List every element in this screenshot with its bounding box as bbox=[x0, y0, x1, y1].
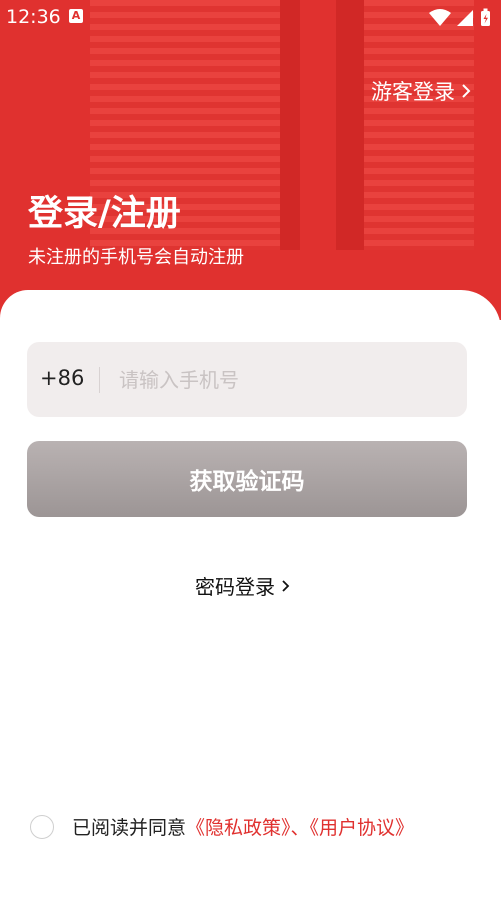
user-agreement-link[interactable]: 《用户协议》 bbox=[310, 817, 415, 839]
phone-input[interactable] bbox=[117, 358, 451, 402]
password-login-label: 密码登录 bbox=[195, 575, 275, 599]
system-status-icons bbox=[429, 8, 490, 26]
guest-login-link[interactable]: 游客登录 bbox=[371, 76, 471, 106]
page-subtitle: 未注册的手机号会自动注册 bbox=[28, 247, 244, 268]
agreement-checkbox[interactable] bbox=[30, 814, 54, 839]
phone-field: +86 bbox=[27, 342, 467, 417]
header-banner bbox=[0, 0, 501, 320]
agreement-row: 已阅读并同意《隐私政策》、《用户协议》 bbox=[30, 813, 414, 840]
wifi-icon bbox=[429, 9, 451, 26]
page-title: 登录/注册 bbox=[28, 194, 181, 234]
get-code-button[interactable]: 获取验证码 bbox=[27, 441, 467, 517]
agreement-separator: 、 bbox=[290, 817, 310, 839]
password-login-link[interactable]: 密码登录 bbox=[195, 571, 290, 600]
banner-stripe bbox=[364, 0, 474, 250]
chevron-right-icon bbox=[462, 84, 471, 98]
guest-login-label: 游客登录 bbox=[371, 80, 455, 104]
banner-shade bbox=[280, 0, 300, 250]
privacy-policy-link[interactable]: 《隐私政策》 bbox=[186, 817, 291, 839]
status-time: 12:36 bbox=[6, 6, 61, 28]
chevron-right-icon bbox=[282, 579, 290, 592]
status-bar: 12:36 A bbox=[0, 0, 501, 34]
app-notification-icon: A bbox=[69, 9, 83, 23]
banner-shade bbox=[336, 0, 364, 250]
agreement-text: 已阅读并同意《隐私政策》、《用户协议》 bbox=[72, 813, 414, 840]
divider bbox=[99, 367, 100, 393]
agreement-prefix: 已阅读并同意 bbox=[72, 817, 187, 839]
signal-icon bbox=[457, 10, 473, 26]
country-code-selector[interactable]: +86 bbox=[40, 366, 84, 390]
